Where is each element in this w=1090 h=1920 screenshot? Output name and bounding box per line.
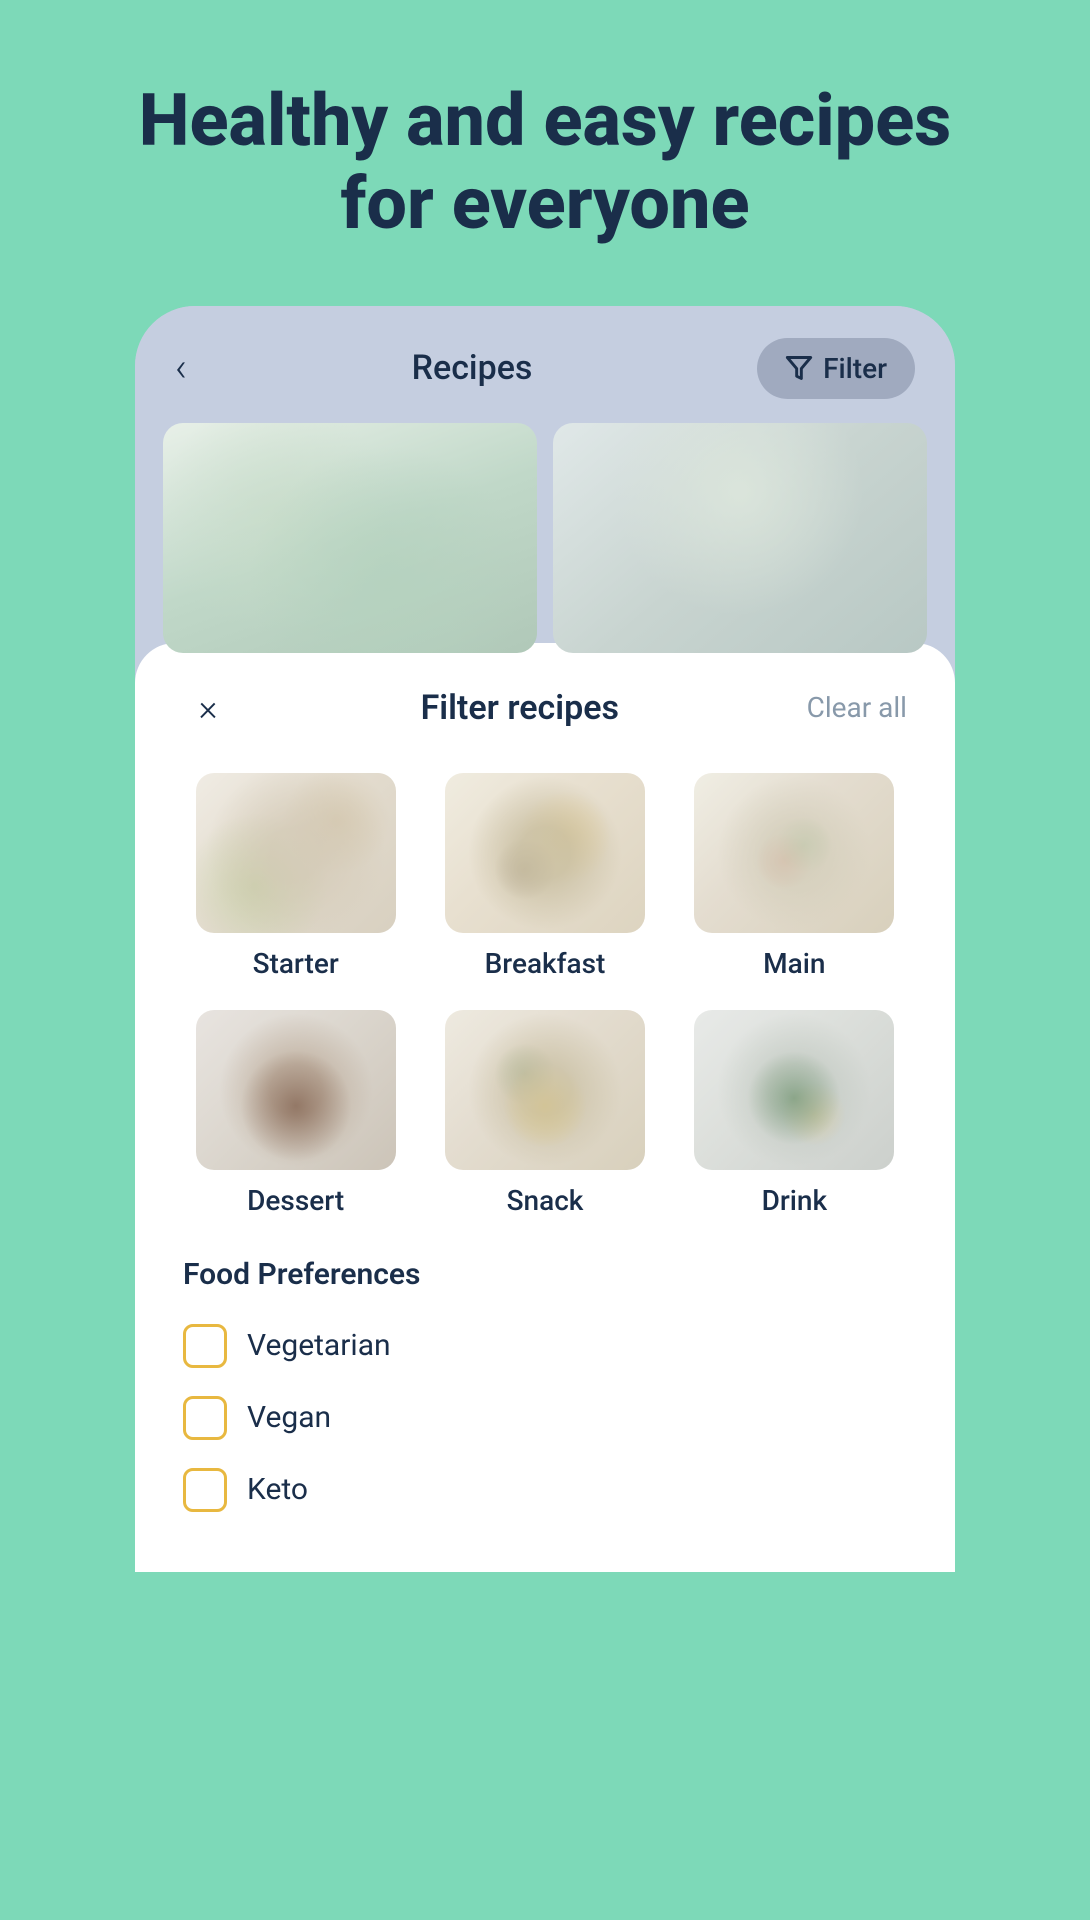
category-grid: Starter Breakfast Main Dessert Snack Dri xyxy=(183,773,907,1217)
category-image-main xyxy=(694,773,894,933)
category-image-drink xyxy=(694,1010,894,1170)
page-title: Recipes xyxy=(412,348,533,388)
vegetarian-label: Vegetarian xyxy=(247,1328,391,1363)
sheet-title: Filter recipes xyxy=(233,688,807,728)
category-label-breakfast: Breakfast xyxy=(485,947,606,980)
keto-checkbox[interactable] xyxy=(183,1468,227,1512)
preference-item-vegan[interactable]: Vegan xyxy=(183,1396,907,1440)
category-label-dessert: Dessert xyxy=(247,1184,344,1217)
vegan-label: Vegan xyxy=(247,1400,331,1435)
vegan-checkbox[interactable] xyxy=(183,1396,227,1440)
category-image-snack xyxy=(445,1010,645,1170)
filter-icon xyxy=(785,354,813,382)
preference-list: Vegetarian Vegan Keto xyxy=(183,1324,907,1512)
category-item-main[interactable]: Main xyxy=(682,773,907,980)
vegetarian-checkbox[interactable] xyxy=(183,1324,227,1368)
clear-all-button[interactable]: Clear all xyxy=(807,691,907,724)
filter-button-label: Filter xyxy=(823,352,887,385)
category-label-snack: Snack xyxy=(507,1184,584,1217)
category-item-starter[interactable]: Starter xyxy=(183,773,408,980)
category-image-starter xyxy=(196,773,396,933)
close-button[interactable]: × xyxy=(183,683,233,733)
category-item-breakfast[interactable]: Breakfast xyxy=(432,773,657,980)
recipe-image-left xyxy=(163,423,537,653)
recipe-images-row xyxy=(135,423,955,653)
filter-bottom-sheet: × Filter recipes Clear all Starter Break… xyxy=(135,643,955,1572)
phone-header: ‹ Recipes Filter xyxy=(135,306,955,423)
preference-item-vegetarian[interactable]: Vegetarian xyxy=(183,1324,907,1368)
preferences-section-title: Food Preferences xyxy=(183,1257,907,1292)
category-image-dessert xyxy=(196,1010,396,1170)
keto-label: Keto xyxy=(247,1472,308,1507)
back-button[interactable]: ‹ xyxy=(175,348,187,388)
sheet-header: × Filter recipes Clear all xyxy=(183,683,907,733)
recipe-image-right xyxy=(553,423,927,653)
preference-item-keto[interactable]: Keto xyxy=(183,1468,907,1512)
category-label-main: Main xyxy=(763,947,825,980)
category-label-starter: Starter xyxy=(253,947,339,980)
category-label-drink: Drink xyxy=(762,1184,828,1217)
category-item-dessert[interactable]: Dessert xyxy=(183,1010,408,1217)
category-item-snack[interactable]: Snack xyxy=(432,1010,657,1217)
category-item-drink[interactable]: Drink xyxy=(682,1010,907,1217)
category-image-breakfast xyxy=(445,773,645,933)
filter-button[interactable]: Filter xyxy=(757,338,915,399)
hero-title: Healthy and easy recipes for everyone xyxy=(0,0,1090,306)
phone-container: ‹ Recipes Filter × Filter recipes Clear … xyxy=(135,306,955,1572)
